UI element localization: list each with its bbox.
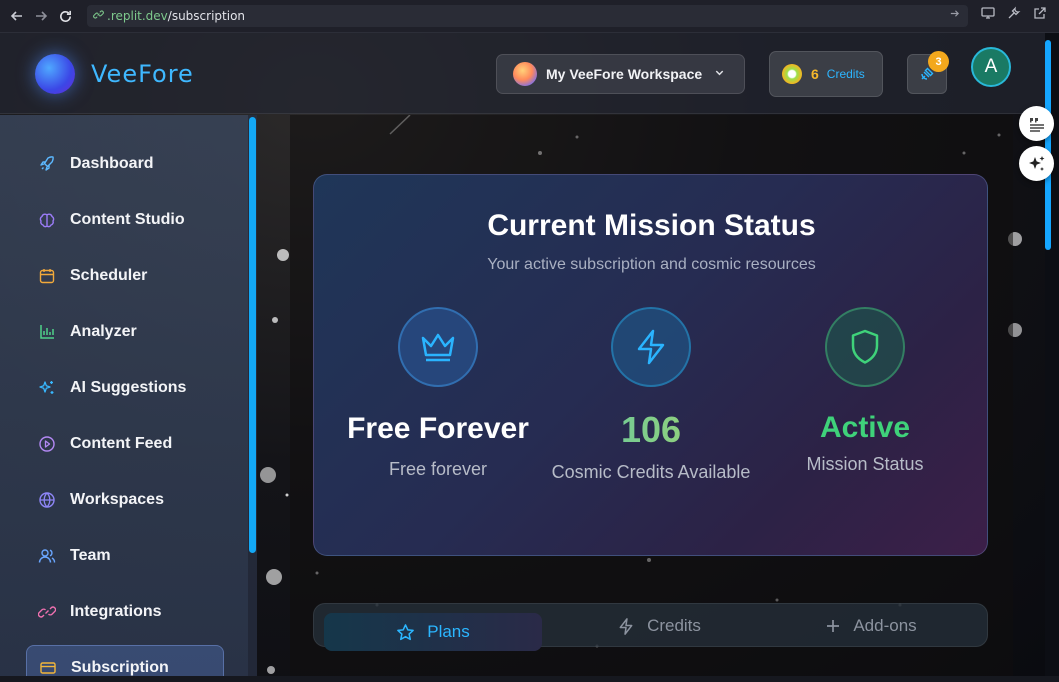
tab-addons[interactable]: Add-ons (811, 604, 931, 648)
coin-icon (782, 64, 802, 84)
forward-arrow-icon[interactable] (29, 4, 53, 28)
url-path: /subscription (167, 9, 246, 23)
page-scroll-thumb[interactable] (1045, 40, 1051, 250)
tab-label: Plans (427, 622, 470, 641)
star-icon (396, 623, 415, 642)
workspace-avatar (513, 62, 537, 86)
tab-plans[interactable]: Plans (324, 613, 542, 651)
sidebar-item-label: Dashboard (70, 155, 154, 172)
monitor-icon[interactable] (981, 6, 995, 23)
rocket-icon (37, 154, 57, 174)
sidebar: Dashboard Content Studio Scheduler Analy… (0, 115, 257, 676)
url-host: .replit.dev (107, 9, 168, 23)
sidebar-item-label: Subscription (71, 659, 169, 676)
credits-button[interactable]: 6 Credits (769, 51, 883, 97)
subscription-tabs: Plans Credits Add-ons (313, 603, 988, 651)
sparkles-icon[interactable] (1019, 146, 1054, 181)
sidebar-item-integrations[interactable]: Integrations (26, 589, 224, 635)
sidebar-item-label: AI Suggestions (70, 379, 187, 396)
plan-stat: Free Forever Free forever (338, 307, 538, 483)
workspace-selector[interactable]: My VeeFore Workspace (496, 54, 745, 94)
sidebar-scroll-thumb[interactable] (249, 117, 256, 553)
workspace-label: My VeeFore Workspace (546, 66, 703, 82)
app-window: VeeFore My VeeFore Workspace 6 Credits 3… (0, 33, 1045, 676)
plan-label: Free forever (388, 459, 488, 479)
crown-icon (398, 307, 478, 387)
mission-value: Active (819, 411, 911, 444)
user-avatar[interactable]: A (971, 47, 1011, 87)
plan-value: Free Forever (347, 412, 529, 445)
shield-icon (825, 307, 905, 387)
status-title: Current Mission Status (487, 209, 816, 242)
bottom-edge (0, 676, 1059, 682)
status-subtitle: Your active subscription and cosmic reso… (487, 256, 816, 273)
credit-card-icon (38, 658, 58, 676)
lightning-icon (611, 307, 691, 387)
sidebar-item-team[interactable]: Team (26, 533, 224, 579)
sidebar-item-subscription[interactable]: Subscription (26, 645, 224, 676)
sidebar-item-dashboard[interactable]: Dashboard (26, 141, 224, 187)
top-header: VeeFore My VeeFore Workspace 6 Credits 3… (0, 33, 1045, 114)
sidebar-item-workspaces[interactable]: Workspaces (26, 477, 224, 523)
wrench-icon[interactable] (1007, 6, 1021, 23)
play-circle-icon (37, 434, 57, 454)
link-icon (37, 602, 57, 622)
external-link-icon[interactable] (1033, 6, 1047, 23)
users-icon (37, 546, 57, 566)
mission-status-card: Current Mission Status Your active subsc… (313, 174, 988, 556)
sidebar-item-label: Analyzer (70, 323, 137, 340)
credits-label: Credits (826, 67, 865, 81)
notification-badge: 3 (928, 51, 949, 72)
sidebar-item-label: Integrations (70, 603, 162, 620)
chevron-down-icon (714, 67, 725, 81)
sidebar-item-ai-suggestions[interactable]: AI Suggestions (26, 365, 224, 411)
mission-label: Mission Status (806, 454, 924, 474)
credits-stat: 106 Cosmic Credits Available (551, 307, 751, 486)
globe-icon (37, 490, 57, 510)
tab-credits[interactable]: Credits (599, 604, 719, 648)
sidebar-item-label: Workspaces (70, 491, 164, 508)
plus-icon (825, 618, 841, 634)
tab-label: Add-ons (853, 616, 917, 635)
credits-available-label: Cosmic Credits Available (551, 462, 751, 482)
quote-icon[interactable] (1019, 106, 1054, 141)
sidebar-item-content-studio[interactable]: Content Studio (26, 197, 224, 243)
sparkles-icon (37, 378, 57, 398)
reload-icon[interactable] (53, 4, 77, 28)
sidebar-item-label: Scheduler (70, 267, 148, 284)
address-bar[interactable]: .replit.dev/subscription (87, 5, 968, 27)
sidebar-item-label: Team (70, 547, 111, 564)
credits-count: 6 (811, 66, 819, 82)
sidebar-item-label: Content Feed (70, 435, 173, 452)
browser-toolbar: .replit.dev/subscription (0, 0, 1059, 33)
brain-icon (37, 210, 57, 230)
credits-value: 106 (551, 408, 751, 452)
sidebar-item-scheduler[interactable]: Scheduler (26, 253, 224, 299)
tab-label: Credits (647, 616, 701, 635)
logo-orb[interactable] (35, 54, 75, 94)
calendar-icon (37, 266, 57, 286)
back-arrow-icon[interactable] (5, 4, 29, 28)
go-arrow-icon[interactable] (949, 8, 960, 22)
logo-text[interactable]: VeeFore (91, 60, 194, 88)
mission-stat: Active Mission Status (765, 307, 965, 478)
sidebar-item-analyzer[interactable]: Analyzer (26, 309, 224, 355)
lightning-icon (617, 617, 635, 636)
bar-chart-icon (37, 322, 57, 342)
link-icon (93, 9, 104, 23)
sidebar-item-label: Content Studio (70, 211, 185, 228)
sidebar-item-content-feed[interactable]: Content Feed (26, 421, 224, 467)
